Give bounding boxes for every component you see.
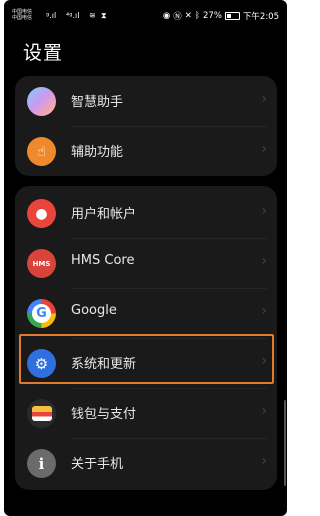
carrier-2: 中国电信 xyxy=(12,15,33,21)
signal-icon: ᵍ.ıl xyxy=(46,11,57,20)
chevron-right-icon: › xyxy=(261,91,267,107)
status-right: ◉ Ⓝ ✕ ᛒ 27% 下午2:05 xyxy=(163,10,279,22)
vibrate-icon: ✕ xyxy=(184,11,192,21)
settings-item-wallet[interactable]: 钱包与支付 › xyxy=(15,388,277,438)
settings-item-hms-core[interactable]: HMS HMS Core › xyxy=(15,238,277,288)
wallet-card xyxy=(31,406,52,421)
google-g: G xyxy=(32,304,51,323)
battery-percent: 27% xyxy=(203,11,222,21)
settings-item-label: 用户和帐户 xyxy=(71,207,137,222)
wallet-icon xyxy=(27,399,56,428)
settings-item-label: 智慧助手 xyxy=(71,95,124,110)
page-title: 设置 xyxy=(23,42,64,64)
settings-item-about-phone[interactable]: i 关于手机 › xyxy=(15,438,277,488)
assistant-icon xyxy=(27,87,56,116)
scrollbar[interactable] xyxy=(284,400,286,486)
signal-icon-2: ⁴ᵍ.ıl xyxy=(66,11,80,20)
hand-pointer-icon: ☝ xyxy=(27,137,56,166)
carrier-info: 中国电信 中国电信 xyxy=(12,9,32,21)
chevron-right-icon: › xyxy=(261,453,267,469)
chevron-right-icon: › xyxy=(261,203,267,219)
clock: 下午2:05 xyxy=(242,12,279,22)
chevron-right-icon: › xyxy=(261,141,267,157)
google-icon: G xyxy=(27,299,56,328)
chevron-right-icon: › xyxy=(261,303,267,319)
settings-item-label: 钱包与支付 xyxy=(71,407,137,422)
wifi-icon: ≋ xyxy=(89,11,96,20)
settings-group-1: 智慧助手 › ☝ 辅助功能 › xyxy=(15,76,277,176)
status-bar: 中国电信 中国电信 ᵍ.ıl ⁴ᵍ.ıl ≋ ⧗ ◉ Ⓝ ✕ ᛒ 27% 下午2… xyxy=(4,0,287,30)
info-icon: i xyxy=(27,449,56,478)
hms-icon: HMS xyxy=(27,249,56,278)
settings-item-label: Google xyxy=(71,303,117,318)
settings-item-users[interactable]: ● 用户和帐户 › xyxy=(15,188,277,238)
settings-item-assistant[interactable]: 智慧助手 › xyxy=(15,76,277,126)
settings-item-google[interactable]: G Google › xyxy=(15,288,277,338)
nfc-icon: Ⓝ xyxy=(173,12,182,22)
settings-item-label: 辅助功能 xyxy=(71,145,124,160)
chevron-right-icon: › xyxy=(261,403,267,419)
settings-item-accessibility[interactable]: ☝ 辅助功能 › xyxy=(15,126,277,176)
battery-icon xyxy=(224,12,240,20)
hourglass-icon: ⧗ xyxy=(101,11,107,20)
chevron-right-icon: › xyxy=(261,253,267,269)
bluetooth-icon: ᛒ xyxy=(194,11,200,21)
settings-item-label: HMS Core xyxy=(71,253,135,268)
user-icon: ● xyxy=(27,199,56,228)
phone-screen: 中国电信 中国电信 ᵍ.ıl ⁴ᵍ.ıl ≋ ⧗ ◉ Ⓝ ✕ ᛒ 27% 下午2… xyxy=(4,0,287,516)
settings-item-label: 关于手机 xyxy=(71,457,124,472)
selection-highlight xyxy=(19,334,274,384)
eye-icon: ◉ xyxy=(162,11,171,21)
